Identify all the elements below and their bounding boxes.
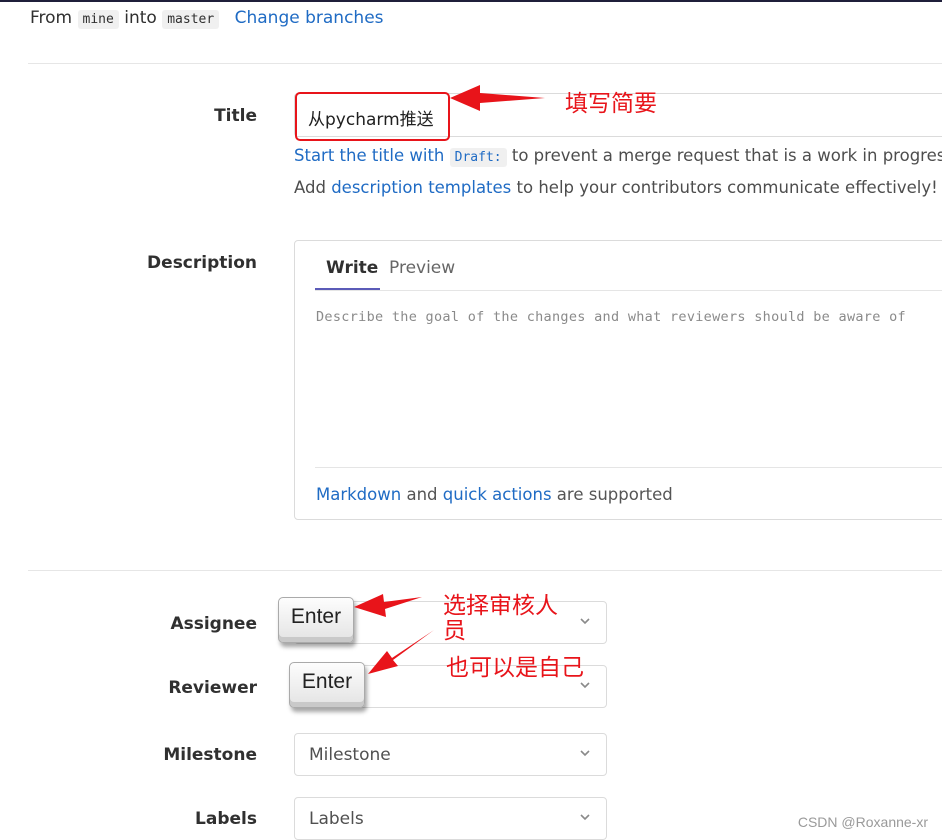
templates-rest: to help your contributors communicate ef…	[516, 178, 938, 197]
description-label: Description	[147, 253, 257, 273]
milestone-label: Milestone	[163, 745, 257, 765]
divider-bottom	[28, 570, 942, 571]
tab-write[interactable]: Write	[326, 258, 378, 278]
editor-footer: Markdown and quick actions are supported	[316, 485, 673, 504]
supported-text: are supported	[556, 485, 673, 504]
labels-select-value: Labels	[309, 809, 364, 829]
arrow-annotation-assignee	[354, 594, 422, 617]
description-textarea[interactable]: Describe the goal of the changes and wha…	[316, 309, 906, 325]
assignee-label: Assignee	[170, 614, 257, 634]
enter-key-icon: Enter	[278, 597, 354, 643]
draft-hint: Start the title with Draft: to prevent a…	[294, 146, 942, 167]
chevron-down-icon	[580, 814, 590, 821]
tab-preview[interactable]: Preview	[389, 258, 455, 278]
change-branches-link[interactable]: Change branches	[235, 8, 384, 28]
markdown-link[interactable]: Markdown	[316, 485, 401, 504]
into-text: into	[124, 8, 157, 28]
milestone-select-value: Milestone	[309, 745, 391, 765]
editor-footer-divider	[315, 467, 942, 468]
draft-code: Draft:	[449, 148, 507, 167]
description-templates-link[interactable]: description templates	[331, 178, 511, 197]
watermark: CSDN @Roxanne-xr	[797, 814, 928, 830]
top-border	[0, 0, 942, 2]
quick-actions-link[interactable]: quick actions	[443, 485, 552, 504]
chevron-down-icon	[580, 618, 590, 625]
labels-label: Labels	[195, 809, 257, 829]
divider-top	[28, 63, 942, 64]
templates-hint: Add description templates to help your c…	[294, 178, 938, 197]
description-editor: Write Preview Describe the goal of the c…	[294, 240, 942, 520]
draft-hint-rest: to prevent a merge request that is a wor…	[511, 146, 942, 165]
arrow-annotation-reviewer	[368, 630, 434, 674]
and-text: and	[406, 485, 438, 504]
tabs-divider	[315, 290, 942, 291]
reviewer-annotation: 也可以是自己	[446, 655, 584, 681]
target-branch: master	[162, 10, 220, 29]
labels-select[interactable]: Labels	[294, 797, 607, 840]
enter-key-icon: Enter	[289, 662, 365, 708]
milestone-select[interactable]: Milestone	[294, 733, 607, 776]
from-text: From	[30, 8, 73, 28]
title-highlight-box	[295, 92, 450, 141]
assignee-annotation-line2: 员	[443, 618, 466, 644]
source-branch: mine	[77, 10, 119, 29]
reviewer-label: Reviewer	[168, 678, 257, 698]
branch-info: From mine into master Change branches	[30, 8, 384, 29]
templates-prefix: Add	[294, 178, 326, 197]
chevron-down-icon	[580, 750, 590, 757]
arrow-annotation-title	[450, 85, 545, 111]
title-annotation: 填写简要	[565, 91, 657, 117]
draft-hint-link[interactable]: Start the title with	[294, 146, 444, 165]
title-label: Title	[214, 106, 257, 126]
